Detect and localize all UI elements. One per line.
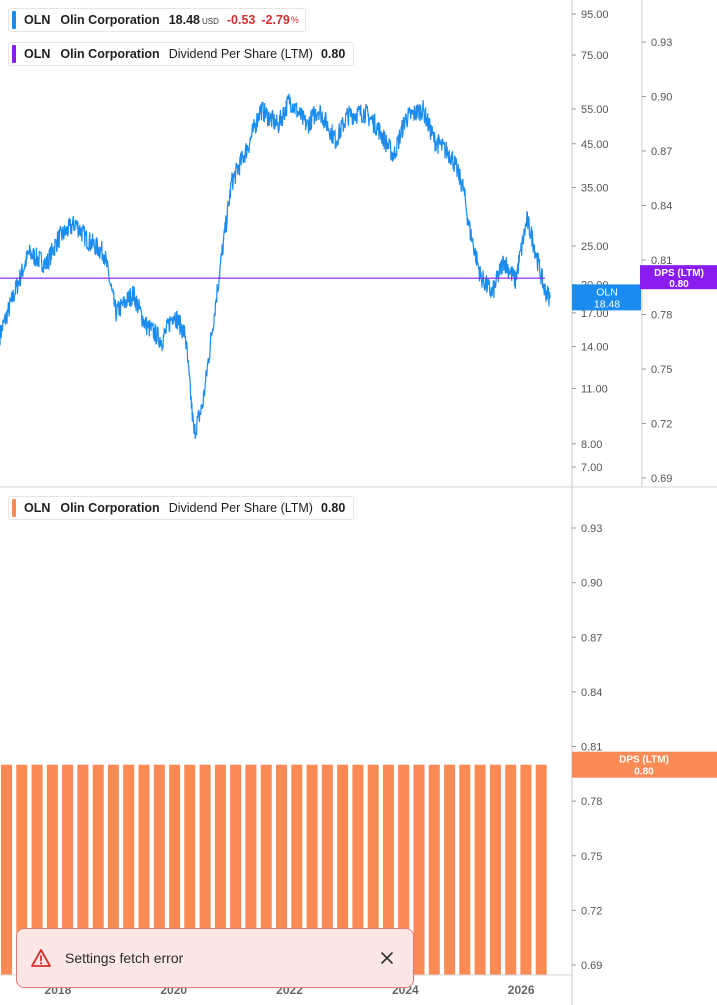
legend-metric: Dividend Per Share (LTM) bbox=[168, 47, 313, 61]
bottom-tick-label: 0.93 bbox=[581, 523, 602, 535]
bottom-tick-label: 0.69 bbox=[581, 960, 602, 972]
legend-ticker: OLN bbox=[24, 47, 51, 61]
dps-bar bbox=[535, 764, 547, 975]
legend-price: OLN Olin Corporation 18.48 USD -0.53 -2.… bbox=[8, 8, 306, 32]
dps-bar bbox=[459, 764, 471, 975]
error-toast: Settings fetch error bbox=[16, 928, 414, 988]
dps-tick-label: 0.72 bbox=[651, 419, 672, 431]
dps-bar bbox=[428, 764, 440, 975]
price-tick-label: 14.00 bbox=[581, 342, 609, 354]
bottom-tick-label: 0.90 bbox=[581, 578, 602, 590]
legend-price-value: 18.48 bbox=[168, 13, 200, 27]
legend-color-swatch bbox=[12, 499, 16, 517]
bottom-tick-label: 0.72 bbox=[581, 905, 602, 917]
legend-dps-top: OLN Olin Corporation Dividend Per Share … bbox=[8, 42, 355, 66]
price-tick-label: 35.00 bbox=[581, 182, 609, 194]
dps-tick-label: 0.93 bbox=[651, 37, 672, 49]
price-tick-label: 45.00 bbox=[581, 139, 609, 151]
dps-tick-label: 0.75 bbox=[651, 364, 672, 376]
dps-tick-label: 0.90 bbox=[651, 92, 672, 104]
x-tick-label: 2026 bbox=[508, 983, 535, 997]
legend-company: Olin Corporation bbox=[60, 501, 160, 515]
legend-currency: USD bbox=[201, 16, 219, 26]
legend-ticker: OLN bbox=[24, 13, 51, 27]
dps-last-label-name: DPS (LTM) bbox=[654, 268, 704, 279]
legend-value: 0.80 bbox=[320, 501, 346, 515]
legend-color-swatch bbox=[12, 45, 16, 63]
legend-ticker: OLN bbox=[24, 501, 51, 515]
dps-bar bbox=[520, 764, 532, 975]
bottom-tick-label: 0.78 bbox=[581, 796, 602, 808]
price-tick-label: 7.00 bbox=[581, 462, 602, 474]
price-tick-label: 11.00 bbox=[581, 383, 608, 395]
price-tick-label: 25.00 bbox=[581, 241, 609, 253]
legend-company: Olin Corporation bbox=[60, 47, 160, 61]
dps-bar bbox=[413, 764, 425, 975]
price-series-line bbox=[0, 93, 551, 440]
price-tick-label: 75.00 bbox=[581, 50, 609, 62]
warning-triangle-icon bbox=[31, 948, 51, 968]
price-tick-label: 8.00 bbox=[581, 439, 602, 451]
toast-message: Settings fetch error bbox=[65, 950, 184, 966]
dps-tick-label: 0.87 bbox=[651, 146, 672, 158]
price-tick-label: 55.00 bbox=[581, 104, 609, 116]
legend-company: Olin Corporation bbox=[60, 13, 160, 27]
legend-dps-bottom: OLN Olin Corporation Dividend Per Share … bbox=[8, 496, 355, 520]
legend-change: -0.53 bbox=[226, 13, 256, 27]
bottom-tick-label: 0.81 bbox=[581, 742, 602, 754]
legend-color-swatch bbox=[12, 11, 16, 29]
legend-pct-sign: % bbox=[290, 15, 299, 25]
bottom-tick-label: 0.75 bbox=[581, 851, 602, 863]
bottom-last-label-value: 0.80 bbox=[634, 767, 654, 778]
dps-tick-label: 0.69 bbox=[651, 473, 672, 485]
dps-bar bbox=[1, 764, 12, 975]
bottom-tick-label: 0.87 bbox=[581, 632, 602, 644]
dps-tick-label: 0.78 bbox=[651, 310, 672, 322]
legend-value: 0.80 bbox=[320, 47, 346, 61]
legend-metric: Dividend Per Share (LTM) bbox=[168, 501, 313, 515]
dps-last-label-value: 0.80 bbox=[669, 279, 689, 290]
bottom-tick-label: 0.84 bbox=[581, 687, 602, 699]
price-last-label-name: OLN bbox=[596, 286, 618, 298]
price-last-label-value: 18.48 bbox=[594, 298, 620, 310]
price-tick-label: 95.00 bbox=[581, 9, 609, 21]
bottom-last-label-name: DPS (LTM) bbox=[619, 755, 669, 766]
dps-tick-label: 0.84 bbox=[651, 201, 672, 213]
dps-bar bbox=[489, 764, 501, 975]
dps-bar bbox=[505, 764, 517, 975]
dps-bar bbox=[444, 764, 456, 975]
close-icon[interactable] bbox=[377, 948, 397, 968]
dps-bar bbox=[474, 764, 486, 975]
legend-change-pct: -2.79 bbox=[261, 13, 290, 27]
